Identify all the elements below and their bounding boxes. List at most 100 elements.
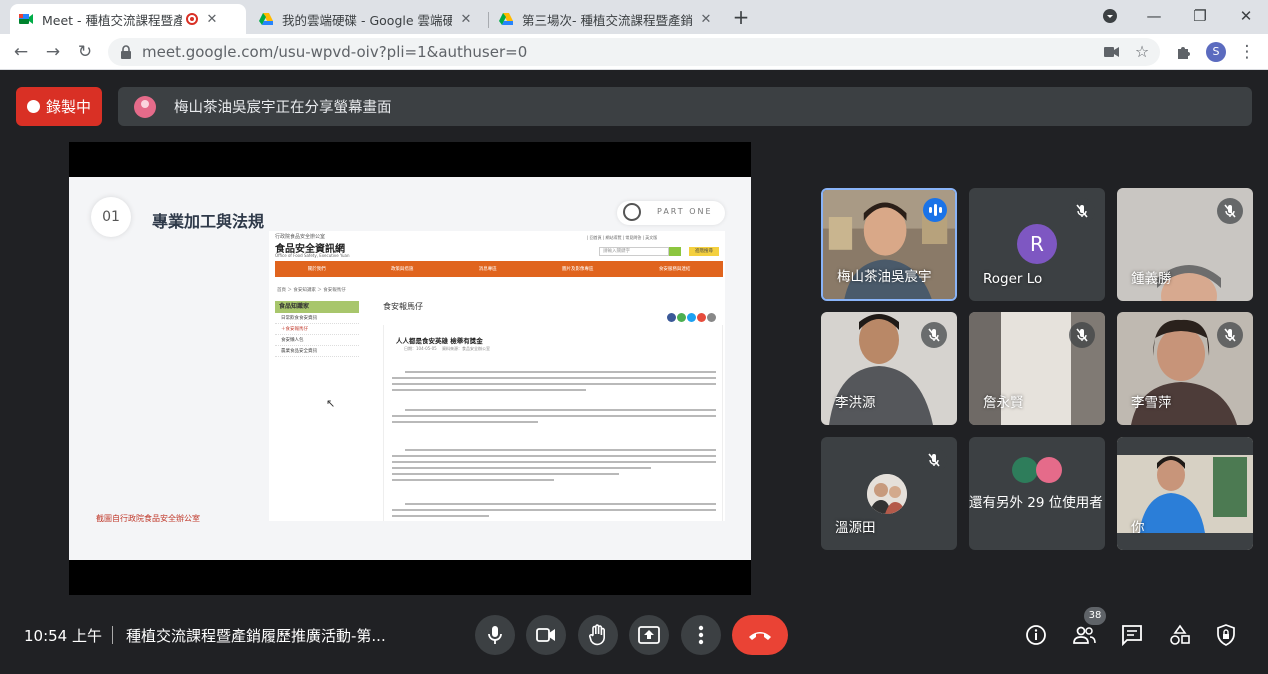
participant-name: 詹永賢 <box>983 395 1024 411</box>
recording-indicator-icon <box>186 13 198 25</box>
people-button[interactable] <box>1071 622 1097 648</box>
profile-avatar[interactable]: S <box>1206 42 1226 62</box>
more-participants-tile[interactable]: 還有另外 29 位使用者 <box>969 437 1105 550</box>
clock-icon <box>623 203 641 221</box>
tab-drive[interactable]: 我的雲端硬碟 - Google 雲端硬碟 ✕ <box>250 4 486 34</box>
meeting-title: 種植交流課程暨產銷履歷推廣活動-第... <box>126 627 386 645</box>
new-tab-icon[interactable]: + <box>731 6 751 28</box>
activities-button[interactable] <box>1167 622 1193 648</box>
print-icon <box>707 313 716 322</box>
presenting-text: 梅山茶油吳宸宇正在分享螢幕畫面 <box>174 100 392 116</box>
site-subtitle: Office of Food Safety, Executive Yuan <box>275 253 350 258</box>
raise-hand-button[interactable] <box>578 615 618 655</box>
chat-button[interactable] <box>1119 622 1145 648</box>
site-article: 人人都是食安英雄 檢舉有獎金 日期：104-05-05 資料來源：食品安全辦公室 <box>383 325 723 521</box>
present-screen-icon <box>638 626 660 644</box>
slide-title: 專業加工與法規 <box>152 212 265 231</box>
muted-mic-icon <box>921 322 947 348</box>
microphone-button[interactable] <box>475 615 515 655</box>
site-search-box: 請輸入關鍵字 <box>599 247 669 256</box>
reload-icon[interactable]: ↻ <box>74 41 96 63</box>
slide-footer: 截圖自行政院食品安全辦公室 <box>96 514 200 523</box>
site-nav-item: 消息專區 <box>478 267 497 272</box>
participant-tile[interactable]: 梅山茶油吳宸宇 <box>821 188 957 301</box>
camera-button[interactable] <box>526 615 566 655</box>
article-paragraph <box>392 371 716 395</box>
site-search-go-icon <box>669 247 681 256</box>
muted-mic-icon <box>921 447 947 473</box>
site-sidebar: 食品知識家 日常飲食食安資訊 ＋食安報馬仔 食安懶人包 農業食品安全資訊 <box>275 301 359 357</box>
part-label: PART ONE <box>657 207 713 216</box>
extensions-icon[interactable] <box>1172 41 1194 63</box>
site-nav-item: 食安服務與連結 <box>658 267 691 272</box>
site-nav-item: 圖片及影像專區 <box>562 267 594 272</box>
camera-permission-icon[interactable] <box>1102 42 1122 62</box>
info-icon <box>1026 625 1046 645</box>
host-controls-button[interactable] <box>1213 622 1239 648</box>
meet-favicon-icon <box>19 14 33 24</box>
site-nav-bar: 關於我們 政策與措施 消息專區 圖片及影像專區 食安服務與連結 <box>275 261 723 277</box>
participant-avatar-icon <box>1012 457 1038 483</box>
participant-name: 梅山茶油吳宸宇 <box>837 269 932 285</box>
tab-divider <box>488 12 489 28</box>
participant-tile[interactable]: 詹永賢 <box>969 312 1105 425</box>
browser-tab-strip: Meet - 種植交流課程暨產銷履 ✕ 我的雲端硬碟 - Google 雲端硬碟… <box>0 0 1268 34</box>
participant-name: 溫源田 <box>835 520 876 536</box>
article-paragraph <box>392 409 716 427</box>
site-org: 行政院食品安全辦公室 <box>275 234 326 240</box>
bookmark-star-icon[interactable]: ☆ <box>1132 42 1152 62</box>
drive-favicon-icon <box>259 13 273 25</box>
line-icon <box>677 313 686 322</box>
close-tab-icon[interactable]: ✕ <box>204 12 220 27</box>
participant-tile[interactable]: 鍾義勝 <box>1117 188 1253 301</box>
browser-toolbar: ← → ↻ meet.google.com/usu-wpvd-oiv?pli=1… <box>0 34 1268 70</box>
muted-mic-icon <box>1069 198 1095 224</box>
presentation-slide: 01 專業加工與法規 PART ONE 行政院食品安全辦公室 食品安全資訊網 O… <box>69 177 751 560</box>
recording-button[interactable]: 錄製中 <box>16 87 102 126</box>
participant-tile[interactable]: 李洪源 <box>821 312 957 425</box>
address-bar[interactable]: meet.google.com/usu-wpvd-oiv?pli=1&authu… <box>108 38 1160 66</box>
restore-icon[interactable]: ❐ <box>1186 4 1214 28</box>
meeting-details-button[interactable] <box>1023 622 1049 648</box>
tab-meet[interactable]: Meet - 種植交流課程暨產銷履 ✕ <box>10 4 246 34</box>
tab-label: 第三場次- 種植交流課程暨產銷履 <box>522 12 692 28</box>
plurk-icon <box>697 313 706 322</box>
participant-tile[interactable]: 李雪萍 <box>1117 312 1253 425</box>
forward-icon[interactable]: → <box>42 41 64 63</box>
participant-name: 你 <box>1131 520 1145 536</box>
tab-search-icon[interactable] <box>1096 4 1124 28</box>
close-tab-icon[interactable]: ✕ <box>458 12 474 27</box>
leave-call-button[interactable] <box>732 615 788 655</box>
browser-menu-icon[interactable]: ⋮ <box>1236 41 1258 63</box>
site-sidebar-head: 食品知識家 <box>275 301 359 313</box>
participant-tile[interactable]: 溫源田 <box>821 437 957 550</box>
participant-avatar <box>867 474 907 514</box>
site-article-title: 人人都是食安英雄 檢舉有獎金 <box>396 337 483 345</box>
site-sidebar-item: 日常飲食食安資訊 <box>275 313 359 324</box>
site-nav-item: 關於我們 <box>307 267 326 272</box>
minimize-icon[interactable]: — <box>1140 4 1168 28</box>
close-tab-icon[interactable]: ✕ <box>698 12 714 27</box>
url-text: meet.google.com/usu-wpvd-oiv?pli=1&authu… <box>142 43 528 61</box>
raise-hand-icon <box>588 624 605 646</box>
participant-tile[interactable]: R Roger Lo <box>969 188 1105 301</box>
participant-name: 鍾義勝 <box>1131 271 1172 287</box>
article-paragraph <box>392 449 716 485</box>
microphone-icon <box>488 626 502 644</box>
part-pill: PART ONE <box>617 201 725 225</box>
slide-number: 01 <box>91 197 131 237</box>
site-sidebar-item: ＋食安報馬仔 <box>275 324 359 335</box>
more-participants-label: 還有另外 29 位使用者 <box>969 495 1103 511</box>
tab-session-three[interactable]: 第三場次- 種植交流課程暨產銷履 ✕ <box>490 4 726 34</box>
shield-lock-icon <box>1217 624 1235 646</box>
mouse-cursor-icon: ↖ <box>326 397 336 410</box>
facebook-icon <box>667 313 676 322</box>
self-tile[interactable]: 你 <box>1117 437 1253 550</box>
back-icon[interactable]: ← <box>10 41 32 63</box>
present-now-button[interactable] <box>629 615 669 655</box>
more-options-button[interactable] <box>681 615 721 655</box>
tab-label: Meet - 種植交流課程暨產銷履 <box>42 12 182 28</box>
close-window-icon[interactable]: ✕ <box>1232 4 1260 28</box>
people-icon <box>1073 626 1096 644</box>
site-advanced-search: 進階搜尋 <box>689 247 719 256</box>
